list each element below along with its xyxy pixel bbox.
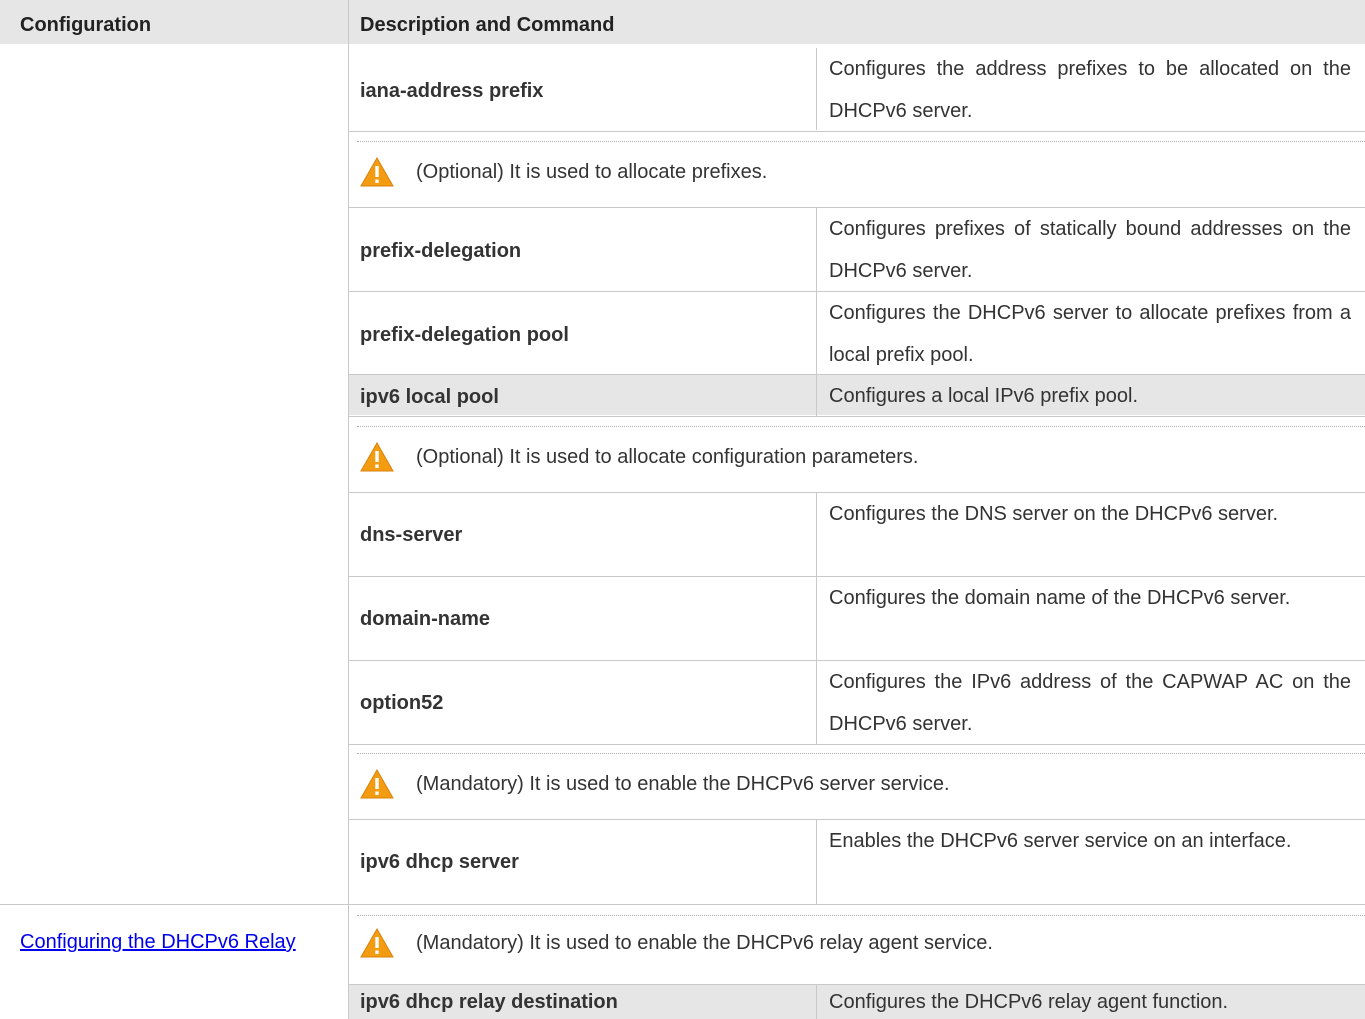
header-configuration-label: Configuration — [20, 14, 152, 36]
note-separator — [357, 141, 1365, 142]
command-domain-name: domain-name — [360, 608, 491, 630]
section-border — [0, 904, 1365, 905]
note-text: (Mandatory) It is used to enable the DHC… — [416, 931, 993, 954]
warning-icon — [360, 157, 394, 187]
cell-divider — [816, 493, 817, 745]
description-dns-server: Configures the DNS server on the DHCPv6 … — [829, 503, 1279, 525]
note-separator — [357, 753, 1365, 754]
description-iana-address-prefix: Configures the address prefixes to be al… — [829, 58, 1351, 122]
column-divider — [348, 0, 349, 1019]
description-domain-name: Configures the domain name of the DHCPv6… — [829, 587, 1291, 609]
warning-icon — [360, 928, 394, 958]
command-prefix-delegation-pool: prefix-delegation pool — [360, 324, 569, 346]
cell-divider — [816, 48, 817, 130]
note-optional-config-params: (Optional) It is used to allocate config… — [360, 440, 918, 474]
cell-divider — [816, 985, 817, 1019]
header-description-command: Description and Command — [349, 0, 1365, 44]
warning-icon — [360, 442, 394, 472]
command-ipv6-dhcp-server: ipv6 dhcp server — [360, 851, 519, 873]
command-ipv6-dhcp-relay-destination: ipv6 dhcp relay destination — [360, 991, 618, 1013]
note-text: (Optional) It is used to allocate config… — [416, 445, 919, 468]
header-description-label: Description and Command — [360, 14, 615, 36]
note-mandatory-relay: (Mandatory) It is used to enable the DHC… — [360, 926, 993, 960]
note-separator — [357, 426, 1365, 427]
command-ipv6-local-pool: ipv6 local pool — [360, 386, 499, 408]
header-configuration: Configuration — [0, 0, 348, 44]
description-prefix-delegation: Configures prefixes of statically bound … — [829, 218, 1351, 282]
note-separator — [357, 915, 1365, 916]
command-iana-address-prefix: iana-address prefix — [360, 80, 544, 102]
note-optional-prefixes: (Optional) It is used to allocate prefix… — [360, 155, 767, 189]
note-text: (Optional) It is used to allocate prefix… — [416, 160, 768, 183]
configuring-dhcpv6-relay-link[interactable]: Configuring the DHCPv6 Relay — [20, 921, 332, 963]
description-ipv6-local-pool: Configures a local IPv6 prefix pool. — [829, 385, 1139, 407]
note-mandatory-server: (Mandatory) It is used to enable the DHC… — [360, 767, 950, 801]
description-prefix-delegation-pool: Configures the DHCPv6 server to allocate… — [829, 302, 1351, 366]
cell-divider — [816, 820, 817, 904]
warning-icon — [360, 769, 394, 799]
command-option52: option52 — [360, 692, 444, 714]
description-ipv6-dhcp-server: Enables the DHCPv6 server service on an … — [829, 830, 1292, 852]
command-dns-server: dns-server — [360, 524, 463, 546]
note-text: (Mandatory) It is used to enable the DHC… — [416, 772, 950, 795]
command-prefix-delegation: prefix-delegation — [360, 240, 522, 262]
cell-divider — [816, 208, 817, 416]
description-option52: Configures the IPv6 address of the CAPWA… — [829, 671, 1351, 735]
description-ipv6-dhcp-relay-destination: Configures the DHCPv6 relay agent functi… — [829, 991, 1229, 1013]
configuration-table: Configuration Description and Command ia… — [0, 0, 1365, 1019]
